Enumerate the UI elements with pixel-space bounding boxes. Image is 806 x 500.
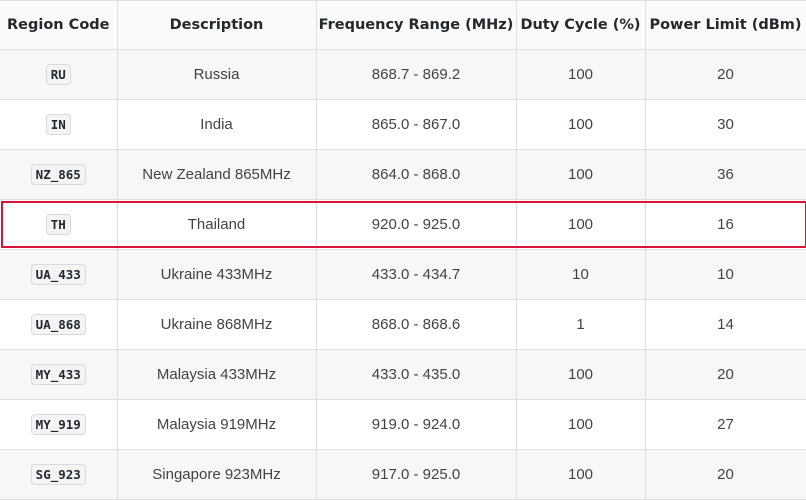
cell-duty-cycle: 1 bbox=[515, 299, 646, 350]
header-duty-cycle[interactable]: Duty Cycle (%) bbox=[515, 0, 646, 50]
header-region-code[interactable]: Region Code bbox=[0, 0, 118, 50]
cell-description: Ukraine 868MHz bbox=[116, 299, 317, 350]
cell-duty-cycle: 100 bbox=[515, 99, 646, 150]
region-code: MY_919 bbox=[30, 414, 86, 435]
cell-power-limit: 20 bbox=[644, 349, 806, 400]
region-code: UA_868 bbox=[30, 314, 86, 335]
cell-region-code: TH bbox=[0, 199, 118, 250]
cell-frequency: 919.0 - 924.0 bbox=[315, 399, 517, 450]
cell-duty-cycle: 100 bbox=[515, 149, 646, 200]
cell-description: Russia bbox=[116, 49, 317, 100]
cell-frequency: 868.0 - 868.6 bbox=[315, 299, 517, 350]
cell-region-code: UA_868 bbox=[0, 299, 118, 350]
cell-frequency: 865.0 - 867.0 bbox=[315, 99, 517, 150]
header-frequency-range[interactable]: Frequency Range (MHz) bbox=[315, 0, 517, 50]
cell-frequency: 433.0 - 434.7 bbox=[315, 249, 517, 300]
region-table: Region Code Description Frequency Range … bbox=[0, 0, 806, 500]
region-code: MY_433 bbox=[30, 364, 86, 385]
cell-region-code: SG_923 bbox=[0, 449, 118, 500]
table-row: IN India 865.0 - 867.0 100 30 bbox=[0, 99, 806, 150]
cell-description: Malaysia 433MHz bbox=[116, 349, 317, 400]
region-code: SG_923 bbox=[30, 464, 86, 485]
cell-region-code: NZ_865 bbox=[0, 149, 118, 200]
cell-duty-cycle: 100 bbox=[515, 49, 646, 100]
region-table-container: Region Code Description Frequency Range … bbox=[0, 0, 806, 500]
cell-region-code: MY_433 bbox=[0, 349, 118, 400]
cell-description: Singapore 923MHz bbox=[116, 449, 317, 500]
cell-duty-cycle: 100 bbox=[515, 399, 646, 450]
cell-power-limit: 10 bbox=[644, 249, 806, 300]
header-power-limit[interactable]: Power Limit (dBm) bbox=[644, 0, 806, 50]
cell-frequency: 864.0 - 868.0 bbox=[315, 149, 517, 200]
table-row: MY_919 Malaysia 919MHz 919.0 - 924.0 100… bbox=[0, 399, 806, 450]
region-code: RU bbox=[45, 64, 71, 85]
cell-power-limit: 30 bbox=[644, 99, 806, 150]
cell-duty-cycle: 100 bbox=[515, 449, 646, 500]
table-row: NZ_865 New Zealand 865MHz 864.0 - 868.0 … bbox=[0, 149, 806, 200]
cell-frequency: 920.0 - 925.0 bbox=[315, 199, 517, 250]
cell-duty-cycle: 100 bbox=[515, 199, 646, 250]
table-row: UA_868 Ukraine 868MHz 868.0 - 868.6 1 14 bbox=[0, 299, 806, 350]
cell-power-limit: 14 bbox=[644, 299, 806, 350]
region-code: NZ_865 bbox=[30, 164, 86, 185]
table-row: RU Russia 868.7 - 869.2 100 20 bbox=[0, 49, 806, 100]
region-code: TH bbox=[45, 214, 71, 235]
header-description[interactable]: Description bbox=[116, 0, 317, 50]
cell-region-code: MY_919 bbox=[0, 399, 118, 450]
cell-frequency: 917.0 - 925.0 bbox=[315, 449, 517, 500]
table-row: SG_923 Singapore 923MHz 917.0 - 925.0 10… bbox=[0, 449, 806, 500]
table-row: MY_433 Malaysia 433MHz 433.0 - 435.0 100… bbox=[0, 349, 806, 400]
table-header-row: Region Code Description Frequency Range … bbox=[0, 0, 806, 50]
cell-frequency: 433.0 - 435.0 bbox=[315, 349, 517, 400]
table-row-highlighted: TH Thailand 920.0 - 925.0 100 16 bbox=[0, 199, 806, 250]
cell-power-limit: 20 bbox=[644, 449, 806, 500]
table-row: UA_433 Ukraine 433MHz 433.0 - 434.7 10 1… bbox=[0, 249, 806, 300]
cell-duty-cycle: 100 bbox=[515, 349, 646, 400]
cell-region-code: UA_433 bbox=[0, 249, 118, 300]
cell-description: Malaysia 919MHz bbox=[116, 399, 317, 450]
region-code: IN bbox=[45, 114, 71, 135]
cell-description: New Zealand 865MHz bbox=[116, 149, 317, 200]
cell-duty-cycle: 10 bbox=[515, 249, 646, 300]
cell-power-limit: 27 bbox=[644, 399, 806, 450]
region-code: UA_433 bbox=[30, 264, 86, 285]
cell-description: Thailand bbox=[116, 199, 317, 250]
cell-description: Ukraine 433MHz bbox=[116, 249, 317, 300]
cell-power-limit: 20 bbox=[644, 49, 806, 100]
cell-power-limit: 16 bbox=[644, 199, 806, 250]
cell-region-code: RU bbox=[0, 49, 118, 100]
cell-region-code: IN bbox=[0, 99, 118, 150]
cell-description: India bbox=[116, 99, 317, 150]
cell-frequency: 868.7 - 869.2 bbox=[315, 49, 517, 100]
cell-power-limit: 36 bbox=[644, 149, 806, 200]
